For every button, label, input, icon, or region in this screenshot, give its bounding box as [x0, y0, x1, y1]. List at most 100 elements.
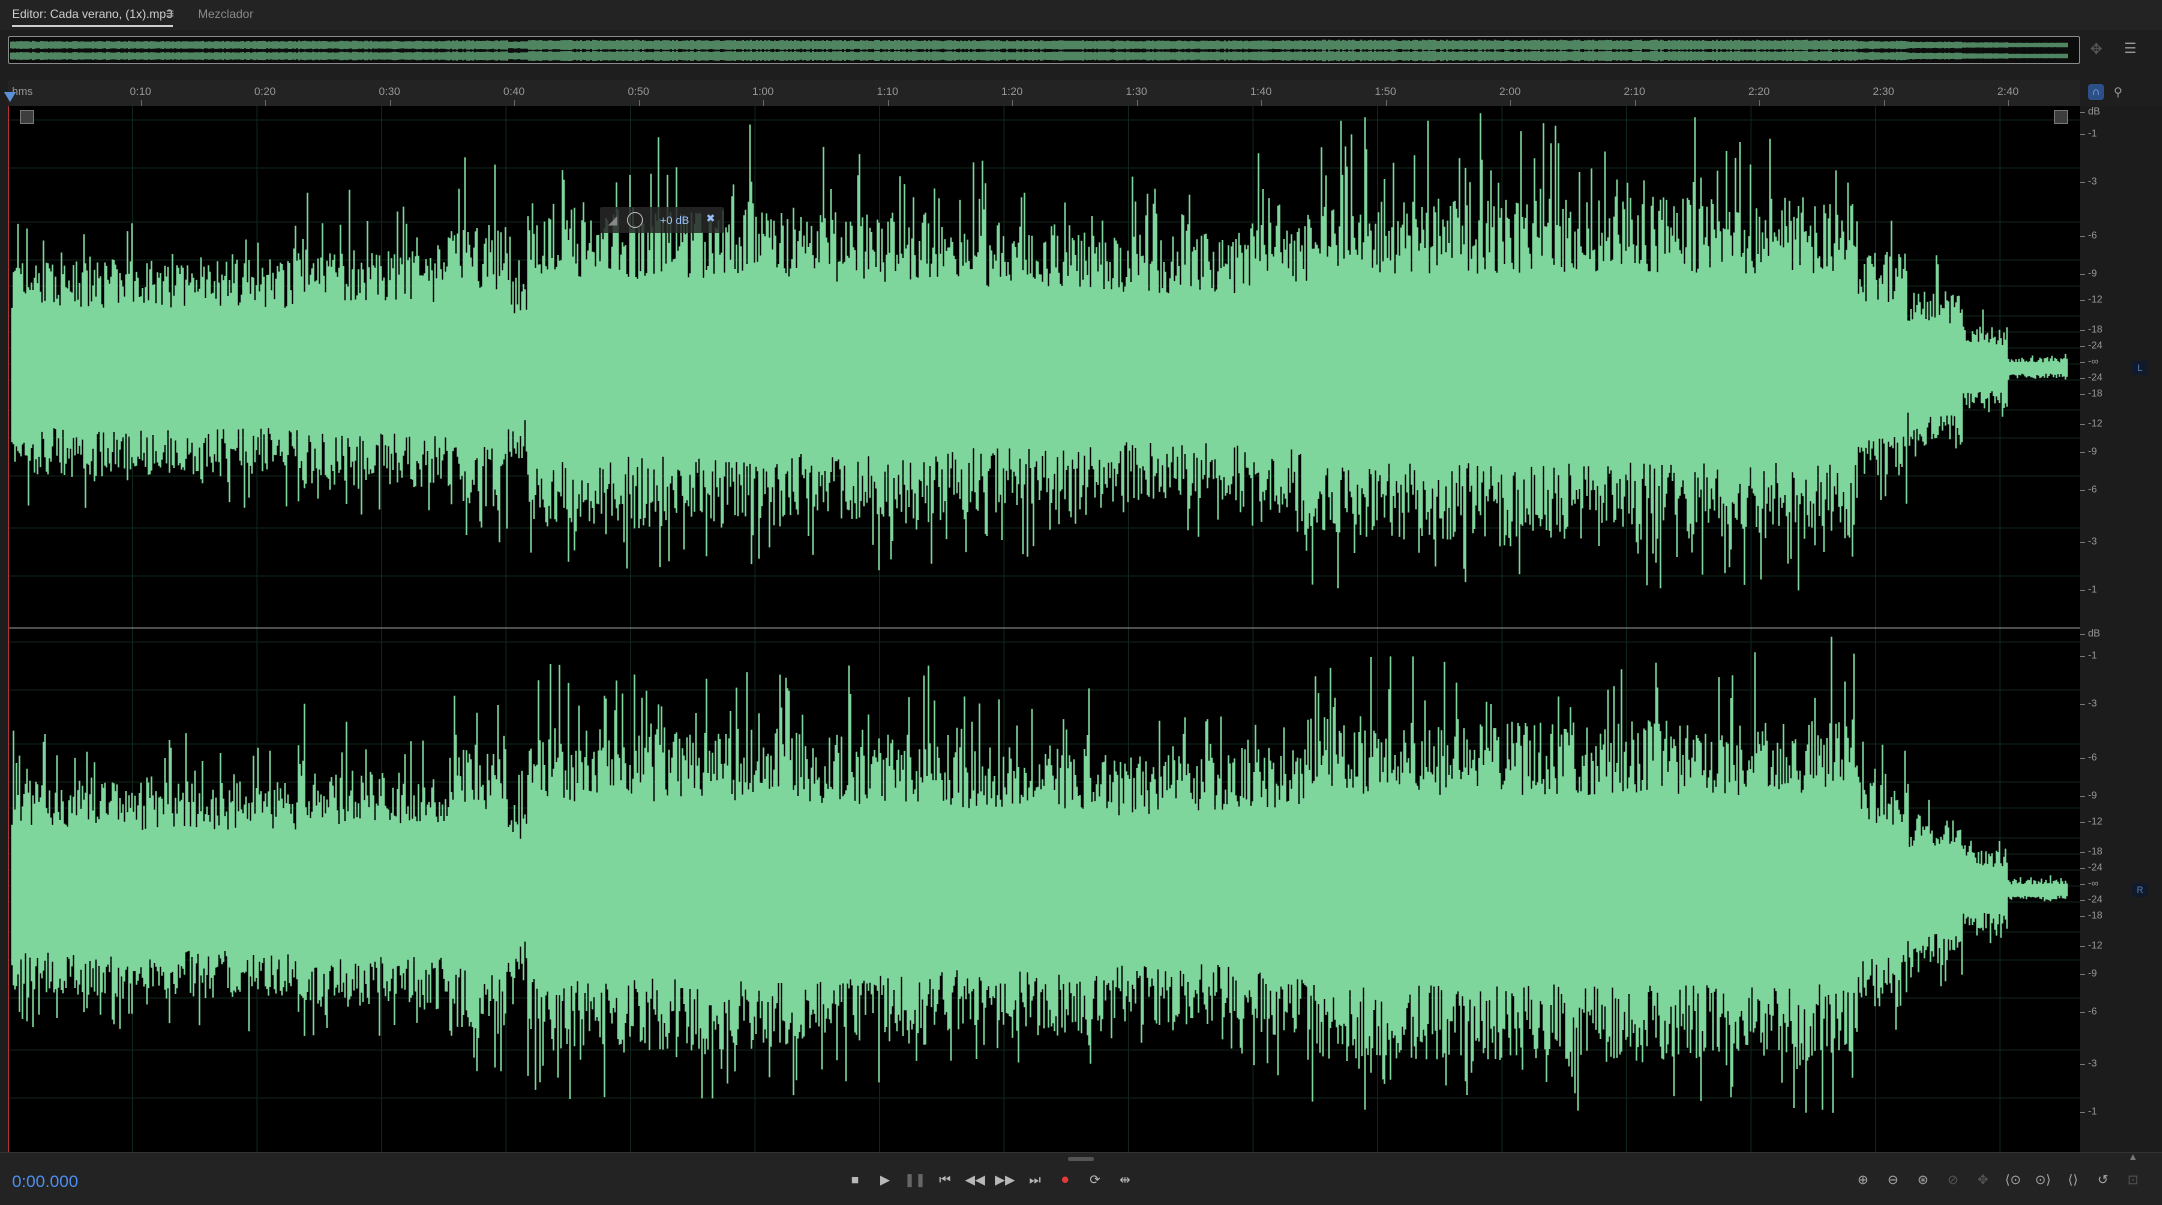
channel-right-label[interactable]: R	[2132, 883, 2148, 897]
db-tick	[2080, 900, 2085, 901]
rewind-button[interactable]: ◀◀	[964, 1170, 986, 1190]
db-label: -6	[2088, 230, 2097, 242]
db-label: -3	[2088, 536, 2097, 548]
db-label: -1	[2088, 650, 2097, 662]
zoom-selection-icon[interactable]: ✥	[1972, 1170, 1994, 1190]
db-label: -1	[2088, 584, 2097, 596]
db-label: -12	[2088, 294, 2103, 306]
db-tick	[2080, 868, 2085, 869]
ruler-label: 1:40	[1250, 86, 1272, 98]
ruler-label: 1:00	[752, 86, 774, 98]
ruler-label: 1:10	[876, 86, 899, 98]
db-label: -18	[2088, 324, 2103, 336]
marker-pin-icon[interactable]: ⚲	[2110, 84, 2126, 100]
fast-forward-button[interactable]: ▶▶	[994, 1170, 1016, 1190]
zoom-fit-icon[interactable]: ✥	[2090, 40, 2106, 58]
db-tick	[2080, 542, 2085, 543]
playhead-line	[8, 106, 9, 1152]
db-label: dB	[2088, 106, 2101, 118]
ruler-label: 2:20	[1748, 86, 1770, 98]
ramp-icon: ◢	[608, 213, 618, 227]
db-tick	[2080, 394, 2085, 395]
db-tick	[2080, 796, 2085, 797]
db-label: -3	[2088, 176, 2097, 188]
overview-channel	[10, 39, 2068, 62]
volume-knob[interactable]	[627, 212, 643, 228]
db-label: -18	[2088, 910, 2103, 922]
db-tick	[2080, 274, 2085, 275]
playhead-marker[interactable]	[4, 92, 16, 102]
db-label: -24	[2088, 340, 2103, 352]
stop-button[interactable]: ■	[844, 1170, 866, 1190]
skip-selection-button[interactable]: ⇹	[1114, 1170, 1136, 1190]
waveform-editor[interactable]	[8, 106, 2080, 1152]
snap-icon[interactable]: ∩	[2088, 84, 2104, 100]
volume-value: +0 dB	[660, 215, 690, 227]
time-ruler[interactable]: hms 0:10 0:20 0:30 0:40 0:50 1:00 1:10 1:20 1:30…	[8, 80, 2080, 107]
channel-left-label[interactable]: L	[2132, 361, 2148, 375]
db-tick	[2080, 758, 2085, 759]
scroll-handle[interactable]	[1068, 1157, 1094, 1161]
zoom-in-amplitude-icon[interactable]: ⊕	[1852, 1170, 1874, 1190]
db-label: -9	[2088, 968, 2097, 980]
zoom-out-time-icon[interactable]: ⊘	[1942, 1170, 1964, 1190]
ruler-label: 0:50	[627, 86, 650, 98]
skip-start-button[interactable]: ⏮	[934, 1170, 956, 1190]
db-tick	[2080, 822, 2085, 823]
db-tick	[2080, 1112, 2085, 1113]
zoom-full-icon[interactable]: ⟨⟩	[2062, 1170, 2084, 1190]
tab-mixer[interactable]: Mezclador	[198, 7, 253, 21]
db-label: -12	[2088, 940, 2103, 952]
zoom-in-left-icon[interactable]: ⟨⊙	[2002, 1170, 2024, 1190]
db-label: -12	[2088, 816, 2103, 828]
zoom-out-amplitude-icon[interactable]: ⊖	[1882, 1170, 1904, 1190]
db-tick	[2080, 378, 2085, 379]
db-tick	[2080, 112, 2085, 113]
db-label: -24	[2088, 894, 2103, 906]
zoom-extra-icon[interactable]: ⊡	[2122, 1170, 2144, 1190]
zoom-reset-icon[interactable]: ↺	[2092, 1170, 2114, 1190]
db-label: -3	[2088, 698, 2097, 710]
tab-editor[interactable]: Editor: Cada verano, (1x).mp3	[12, 7, 173, 27]
db-tick	[2080, 946, 2085, 947]
db-tick	[2080, 236, 2085, 237]
db-label: -12	[2088, 418, 2103, 430]
panel-layout-icon[interactable]: ☰	[2124, 40, 2140, 56]
waveform-overview[interactable]	[8, 36, 2080, 64]
db-tick	[2080, 704, 2085, 705]
fade-in-handle[interactable]	[20, 110, 34, 124]
time-display[interactable]: 0:00.000	[12, 1172, 78, 1192]
fade-out-handle[interactable]	[2054, 110, 2068, 124]
ruler-label: 1:20	[1001, 86, 1023, 98]
db-tick	[2080, 590, 2085, 591]
db-label: -18	[2088, 388, 2103, 400]
collapse-caret-icon[interactable]: ▲	[2128, 1152, 2138, 1163]
ruler-label: 0:20	[254, 86, 276, 98]
ruler-label: 2:00	[1499, 86, 1521, 98]
record-button[interactable]: ●	[1054, 1170, 1076, 1190]
pin-icon[interactable]: ✖	[706, 212, 715, 225]
db-label: -9	[2088, 268, 2097, 280]
db-label: -1	[2088, 128, 2097, 140]
ruler-label: 2:10	[1623, 86, 1646, 98]
tab-menu-icon[interactable]: ≡	[166, 5, 174, 21]
db-tick	[2080, 346, 2085, 347]
db-tick	[2080, 182, 2085, 183]
zoom-in-time-icon[interactable]: ⊛	[1912, 1170, 1934, 1190]
db-tick	[2080, 656, 2085, 657]
db-label: -9	[2088, 446, 2097, 458]
db-label: -24	[2088, 372, 2103, 384]
zoom-in-right-icon[interactable]: ⊙⟩	[2032, 1170, 2054, 1190]
skip-end-button[interactable]: ⏭	[1024, 1170, 1046, 1190]
db-tick	[2080, 330, 2085, 331]
ruler-label: 2:40	[1997, 86, 2019, 98]
ruler-label: 0:30	[378, 86, 401, 98]
db-tick	[2080, 1012, 2085, 1013]
pause-button[interactable]: ❚❚	[904, 1170, 926, 1190]
db-tick	[2080, 634, 2085, 635]
play-button[interactable]: ▶	[874, 1170, 896, 1190]
loop-button[interactable]: ⟳	[1084, 1170, 1106, 1190]
db-tick	[2080, 974, 2085, 975]
db-label: -9	[2088, 790, 2097, 802]
db-tick	[2080, 424, 2085, 425]
